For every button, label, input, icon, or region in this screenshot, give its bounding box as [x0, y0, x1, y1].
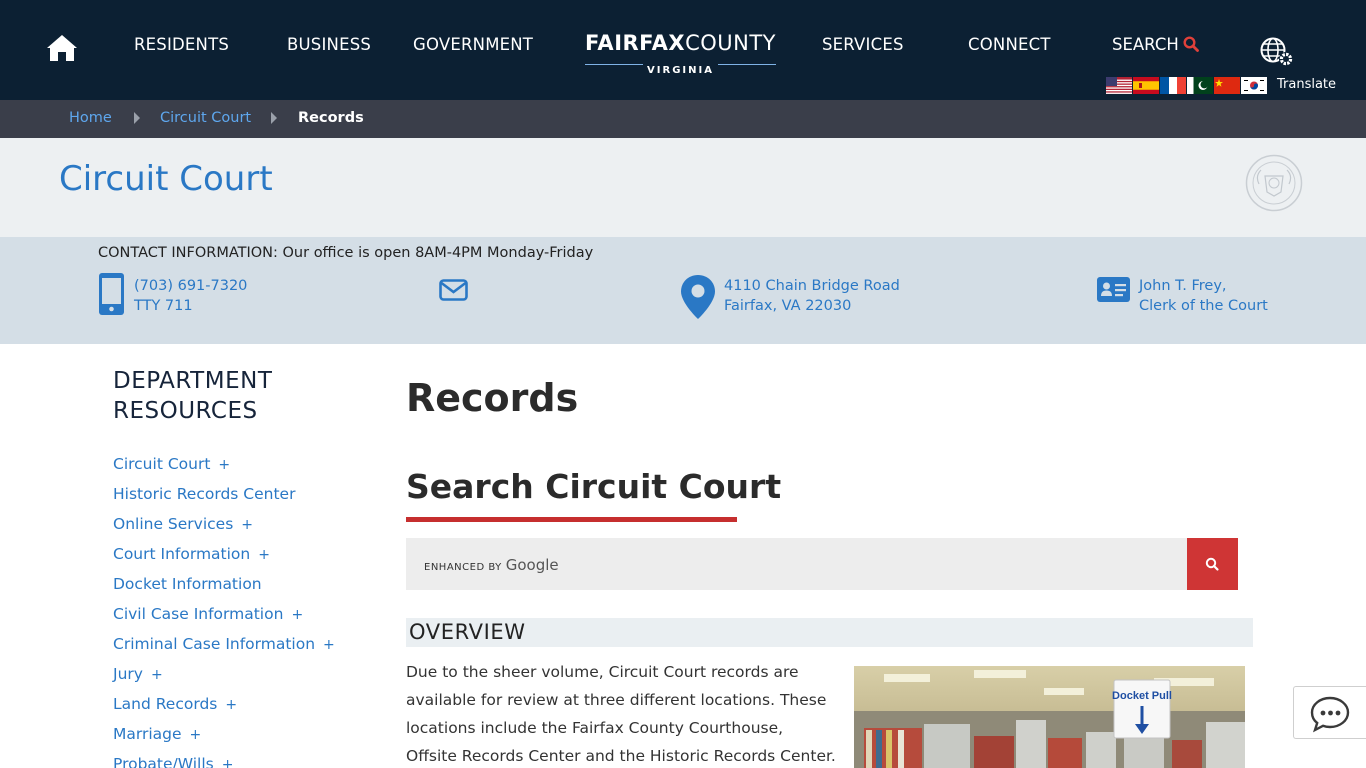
search-brand-prefix: ENHANCED BY [424, 562, 502, 573]
id-card-icon [1097, 277, 1130, 306]
expand-icon[interactable]: + [190, 727, 202, 743]
us-flag[interactable] [1106, 77, 1132, 94]
sidebar-list: Circuit Court + Historic Records Center O… [113, 452, 373, 768]
expand-icon[interactable]: + [291, 607, 303, 623]
expand-icon[interactable]: + [218, 457, 230, 473]
expand-icon[interactable]: + [225, 697, 237, 713]
search-icon [1183, 35, 1199, 56]
chat-bubble-icon [1310, 696, 1350, 733]
korea-flag[interactable] [1241, 77, 1267, 94]
nav-business[interactable]: BUSINESS [287, 35, 371, 54]
county-seal [1245, 154, 1303, 212]
spain-flag[interactable] [1133, 77, 1159, 94]
home-icon[interactable] [46, 34, 78, 62]
expand-icon[interactable]: + [241, 517, 253, 533]
sidebar-item-court-information[interactable]: Court Information + [113, 542, 373, 572]
breadcrumb-circuit-court[interactable]: Circuit Court [160, 110, 251, 126]
logo-subtitle: VIRGINIA [647, 65, 714, 76]
sidebar-item-label: Probate/Wills [113, 755, 214, 768]
sidebar-item-label: Docket Information [113, 575, 262, 593]
sidebar-item-historic-records-center[interactable]: Historic Records Center [113, 482, 373, 512]
nav-residents[interactable]: RESIDENTS [134, 35, 229, 54]
map-pin-icon [681, 275, 715, 323]
nav-services[interactable]: SERVICES [822, 35, 904, 54]
fairfax-county-logo[interactable]: FAIRFAXCOUNTY VIRGINIA [583, 30, 778, 76]
globe-gear-icon[interactable] [1259, 36, 1295, 68]
breadcrumb-current: Records [298, 110, 364, 126]
google-search-branding: ENHANCED BY Google [424, 556, 559, 574]
expand-icon[interactable]: + [258, 547, 270, 563]
address-line-2[interactable]: Fairfax, VA 22030 [724, 296, 851, 316]
phone-icon [98, 273, 125, 319]
phone-number[interactable]: (703) 691-7320 [134, 276, 247, 296]
sidebar-heading: DEPARTMENT RESOURCES [113, 366, 373, 426]
sidebar-item-docket-information[interactable]: Docket Information [113, 572, 373, 602]
logo-text-bold: FAIRFAX [585, 31, 686, 55]
sidebar-item-label: Circuit Court [113, 455, 211, 473]
department-header: Circuit Court [0, 138, 1366, 237]
department-title[interactable]: Circuit Court [59, 159, 273, 199]
sidebar-item-circuit-court[interactable]: Circuit Court + [113, 452, 373, 482]
page-title: Records [406, 376, 579, 420]
email-icon[interactable] [439, 279, 468, 305]
expand-icon[interactable]: + [151, 667, 163, 683]
sidebar-item-land-records[interactable]: Land Records + [113, 692, 373, 722]
breadcrumb: Home Circuit Court Records [0, 100, 1366, 138]
clerk-title[interactable]: Clerk of the Court [1139, 296, 1268, 316]
sidebar-item-label: Online Services [113, 515, 234, 533]
sidebar-item-label: Land Records [113, 695, 218, 713]
sidebar-item-label: Historic Records Center [113, 485, 296, 503]
france-flag[interactable] [1160, 77, 1186, 94]
sidebar-item-marriage[interactable]: Marriage + [113, 722, 373, 752]
title-underline [406, 517, 737, 522]
google-logo-text: Google [505, 556, 559, 574]
sidebar-item-label: Civil Case Information [113, 605, 284, 623]
contact-title: CONTACT INFORMATION: Our office is open … [98, 245, 594, 261]
search-section-title: Search Circuit Court [406, 467, 782, 506]
search-input[interactable]: ENHANCED BY Google [406, 538, 1187, 590]
sidebar-item-label: Jury [113, 665, 143, 683]
tty-number: TTY 711 [134, 298, 193, 314]
sidebar-item-criminal-case-information[interactable]: Criminal Case Information + [113, 632, 373, 662]
expand-icon[interactable]: + [222, 757, 234, 768]
sidebar-item-label: Marriage [113, 725, 182, 743]
nav-government[interactable]: GOVERNMENT [413, 35, 533, 54]
overview-paragraph: Due to the sheer volume, Circuit Court r… [406, 663, 836, 765]
china-flag[interactable] [1214, 77, 1240, 94]
contact-information: CONTACT INFORMATION: Our office is open … [0, 237, 1366, 344]
sidebar-heading-line-1: DEPARTMENT [113, 368, 273, 394]
address-line-1[interactable]: 4110 Chain Bridge Road [724, 276, 900, 296]
search-icon [1205, 557, 1219, 571]
logo-text-light: COUNTY [685, 31, 776, 55]
photo-sign-text: Docket Pull [1112, 690, 1172, 702]
overview-heading: OVERVIEW [409, 620, 526, 644]
breadcrumb-home[interactable]: Home [69, 110, 112, 126]
chevron-right-icon [134, 112, 140, 124]
search-button[interactable] [1187, 538, 1238, 590]
pakistan-flag[interactable] [1187, 77, 1213, 94]
sidebar-item-probate-wills[interactable]: Probate/Wills + [113, 752, 373, 768]
sidebar-item-civil-case-information[interactable]: Civil Case Information + [113, 602, 373, 632]
department-resources-sidebar: DEPARTMENT RESOURCES Circuit Court + Hist… [113, 366, 373, 768]
chat-button[interactable] [1293, 686, 1366, 739]
chevron-right-icon [271, 112, 277, 124]
sidebar-item-label: Court Information [113, 545, 251, 563]
sidebar-heading-line-2: RESOURCES [113, 398, 258, 424]
expand-icon[interactable]: + [323, 637, 335, 653]
top-navigation: RESIDENTS BUSINESS GOVERNMENT FAIRFAXCOU… [0, 0, 1366, 100]
translate-link[interactable]: Translate [1277, 77, 1336, 92]
nav-search-label: SEARCH [1112, 35, 1179, 54]
records-room-photo: Docket Pull [854, 666, 1245, 768]
nav-search[interactable]: SEARCH [1112, 35, 1199, 56]
sidebar-item-label: Criminal Case Information [113, 635, 316, 653]
overview-heading-bar: OVERVIEW [406, 618, 1253, 647]
clerk-name[interactable]: John T. Frey, [1139, 276, 1227, 296]
sidebar-item-jury[interactable]: Jury + [113, 662, 373, 692]
language-flags [1106, 77, 1267, 94]
sidebar-item-online-services[interactable]: Online Services + [113, 512, 373, 542]
nav-connect[interactable]: CONNECT [968, 35, 1051, 54]
